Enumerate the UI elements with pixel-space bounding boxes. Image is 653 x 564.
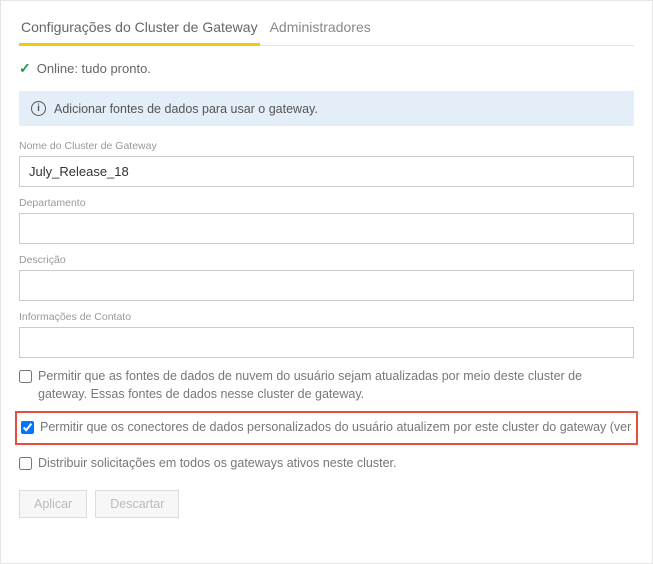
tab-administrators[interactable]: Administradores [268,15,373,45]
description-input[interactable] [19,270,634,301]
department-input[interactable] [19,213,634,244]
info-banner-text: Adicionar fontes de dados para usar o ga… [54,102,318,116]
button-row: Aplicar Descartar [19,490,634,518]
tab-bar: Configurações do Cluster de Gateway Admi… [19,15,634,46]
tab-cluster-settings[interactable]: Configurações do Cluster de Gateway [19,15,260,46]
discard-button[interactable]: Descartar [95,490,179,518]
checkbox-cloud-sources-label: Permitir que as fontes de dados de nuvem… [38,368,634,403]
status-row: ✓ Online: tudo pronto. [19,60,634,77]
checkbox-distribute-row: Distribuir solicitações em todos os gate… [19,455,634,473]
cluster-name-label: Nome do Cluster de Gateway [19,140,634,152]
contact-label: Informações de Contato [19,311,634,323]
status-text: Online: tudo pronto. [37,61,151,76]
checkbox-custom-connectors[interactable] [21,421,34,434]
checkbox-cloud-sources[interactable] [19,370,32,383]
checkbox-distribute-label: Distribuir solicitações em todos os gate… [38,455,397,473]
description-label: Descrição [19,254,634,266]
checkbox-distribute[interactable] [19,457,32,470]
cluster-name-input[interactable] [19,156,634,187]
highlighted-option: Permitir que os conectores de dados pers… [15,411,638,445]
checkbox-cloud-sources-row: Permitir que as fontes de dados de nuvem… [19,368,634,403]
info-banner: i Adicionar fontes de dados para usar o … [19,91,634,126]
info-icon: i [31,101,46,116]
checkbox-custom-connectors-label: Permitir que os conectores de dados pers… [40,419,632,437]
checkbox-custom-connectors-row: Permitir que os conectores de dados pers… [21,419,632,437]
apply-button[interactable]: Aplicar [19,490,87,518]
check-icon: ✓ [19,60,31,77]
department-label: Departamento [19,197,634,209]
contact-input[interactable] [19,327,634,358]
